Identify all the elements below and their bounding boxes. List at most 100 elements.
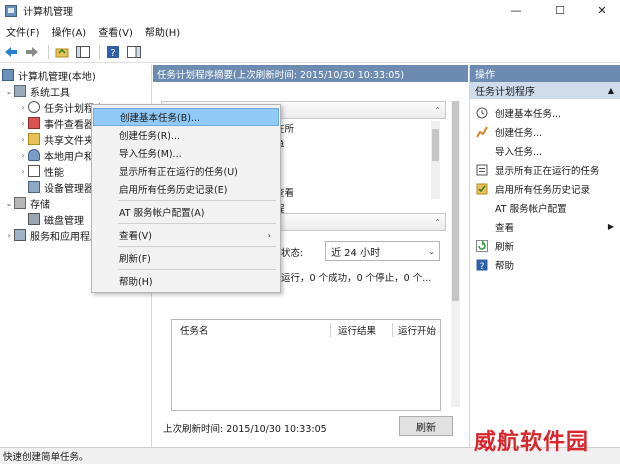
create-basic-task-icon: [475, 106, 489, 120]
expand-arrow-icon[interactable]: ›: [4, 231, 14, 240]
tree-item-shared-folders[interactable]: › 共享文件夹: [18, 131, 94, 147]
ctx-help[interactable]: 帮助(H): [93, 272, 279, 290]
action-label: 查看: [495, 222, 515, 234]
tree-root-label: 计算机管理(本地): [18, 71, 96, 83]
action-help[interactable]: ? 帮助: [470, 255, 620, 274]
toolbar: ?: [0, 41, 620, 63]
ctx-refresh[interactable]: 刷新(F): [93, 249, 279, 267]
tree-item-label: 事件查看器: [44, 119, 94, 131]
scroll-thumb[interactable]: [452, 101, 459, 301]
refresh-button[interactable]: 刷新: [399, 416, 453, 436]
menu-view[interactable]: 查看(V): [92, 24, 139, 39]
column-header-run-start[interactable]: 运行开始: [398, 323, 436, 337]
collapse-up-icon[interactable]: ⌃: [434, 218, 441, 227]
tree-root[interactable]: 计算机管理(本地): [2, 67, 96, 83]
menu-help[interactable]: 帮助(H): [139, 24, 186, 39]
users-icon: [28, 149, 40, 161]
tree-item-storage[interactable]: ⌄ 存储: [4, 195, 50, 211]
action-label: 刷新: [495, 241, 515, 253]
ctx-enable-history[interactable]: 启用所有任务历史记录(E): [93, 180, 279, 198]
tree-item-label: 系统工具: [30, 87, 70, 99]
status-period-select[interactable]: 近 24 小时 ⌄: [325, 241, 440, 261]
forward-button[interactable]: [23, 43, 41, 61]
actions-section-task-scheduler[interactable]: 任务计划程序 ▲: [470, 82, 620, 99]
tree-item-services-apps[interactable]: › 服务和应用程序: [4, 227, 100, 243]
action-label: 导入任务...: [495, 146, 543, 158]
event-viewer-icon: [28, 117, 40, 129]
storage-icon: [14, 197, 26, 209]
center-scrollbar[interactable]: [451, 101, 460, 407]
ctx-at-service-config[interactable]: AT 服务帐户配置(A): [93, 203, 279, 221]
submenu-arrow-icon: ›: [267, 230, 271, 240]
back-button[interactable]: [2, 43, 20, 61]
maximize-button[interactable]: ☐: [540, 0, 580, 21]
toolbar-separator: [48, 44, 49, 59]
help-toolbar-button[interactable]: ?: [104, 43, 122, 61]
action-enable-history[interactable]: 启用所有任务历史记录: [470, 179, 620, 198]
tree-item-system-tools[interactable]: ⌄ 系统工具: [4, 83, 70, 99]
column-header-task-name[interactable]: 任务名: [180, 323, 209, 337]
tree-item-label: 设备管理器: [44, 183, 94, 195]
ctx-create-task[interactable]: 创建任务(R)...: [93, 126, 279, 144]
watermark-text: 威航软件园: [474, 430, 590, 455]
ctx-show-running-tasks[interactable]: 显示所有正在运行的任务(U): [93, 162, 279, 180]
close-button[interactable]: ✕: [582, 0, 620, 21]
action-import-task[interactable]: 导入任务...: [470, 141, 620, 160]
svg-text:?: ?: [480, 262, 485, 271]
chevron-down-icon: ⌄: [428, 246, 435, 256]
last-refresh-text: 上次刷新时间: 2015/10/30 10:33:05: [163, 424, 327, 435]
ctx-view-label: 查看(V): [119, 231, 152, 242]
action-show-running-tasks[interactable]: 显示所有正在运行的任务: [470, 160, 620, 179]
expand-arrow-icon[interactable]: ›: [18, 167, 28, 176]
collapse-arrow-icon[interactable]: ⌄: [4, 87, 14, 96]
computer-icon: [2, 69, 14, 81]
actions-pane: 操作 任务计划程序 ▲ 创建基本任务... 创建任务... 导入任务... 显示…: [469, 65, 620, 447]
status-summary: 运行，0 个成功，0 个停止，0 个...: [281, 273, 432, 284]
action-label: 创建任务...: [495, 127, 543, 139]
computer-management-icon: [5, 4, 17, 17]
action-refresh[interactable]: 刷新: [470, 236, 620, 255]
up-folder-button[interactable]: [53, 43, 71, 61]
disk-icon: [28, 213, 40, 225]
collapse-up-icon[interactable]: ⌃: [434, 106, 441, 115]
shared-folder-icon: [28, 133, 40, 145]
tree-item-label: 服务和应用程序: [30, 231, 100, 243]
expand-arrow-icon[interactable]: ›: [18, 135, 28, 144]
show-action-pane-button[interactable]: [125, 43, 143, 61]
action-label: 帮助: [495, 260, 515, 272]
ctx-import-task[interactable]: 导入任务(M)...: [93, 144, 279, 162]
tree-item-device-manager[interactable]: 设备管理器: [28, 179, 94, 195]
column-divider: [392, 323, 393, 337]
ctx-view[interactable]: 查看(V) ›: [93, 226, 279, 244]
tree-item-event-viewer[interactable]: › 事件查看器: [18, 115, 94, 131]
collapse-arrow-icon[interactable]: ⌄: [4, 199, 14, 208]
expand-arrow-icon[interactable]: ›: [18, 103, 28, 112]
collapse-triangle-icon[interactable]: ▲: [608, 86, 614, 95]
tree-item-disk-management[interactable]: 磁盘管理: [28, 211, 84, 227]
toolbar-separator: [99, 44, 100, 59]
action-create-basic-task[interactable]: 创建基本任务...: [470, 103, 620, 122]
tree-item-performance[interactable]: › 性能: [18, 163, 64, 179]
column-header-run-result[interactable]: 运行结果: [338, 323, 376, 337]
action-create-task[interactable]: 创建任务...: [470, 122, 620, 141]
action-view[interactable]: 查看 ▶: [470, 217, 620, 236]
menu-action[interactable]: 操作(A): [46, 24, 93, 39]
scroll-thumb[interactable]: [432, 129, 439, 161]
ctx-create-basic-task[interactable]: 创建基本任务(B)...: [93, 108, 279, 126]
history-icon: [475, 182, 489, 196]
action-at-service-config[interactable]: AT 服务帐户配置: [470, 198, 620, 217]
status-label: 状态:: [281, 248, 304, 259]
menu-separator: [118, 269, 276, 270]
action-pane-icon: [127, 45, 141, 58]
actions-section-label: 任务计划程序: [475, 87, 535, 98]
performance-icon: [28, 165, 40, 177]
overview-scrollbar[interactable]: [431, 121, 440, 199]
expand-arrow-icon[interactable]: ›: [18, 151, 28, 160]
menu-bar: 文件(F) 操作(A) 查看(V) 帮助(H): [0, 22, 620, 40]
menu-file[interactable]: 文件(F): [0, 24, 46, 39]
expand-arrow-icon[interactable]: ›: [18, 119, 28, 128]
help-book-icon: ?: [107, 45, 119, 59]
minimize-button[interactable]: —: [496, 0, 536, 21]
svg-text:?: ?: [110, 48, 115, 59]
show-hide-tree-button[interactable]: [74, 43, 92, 61]
